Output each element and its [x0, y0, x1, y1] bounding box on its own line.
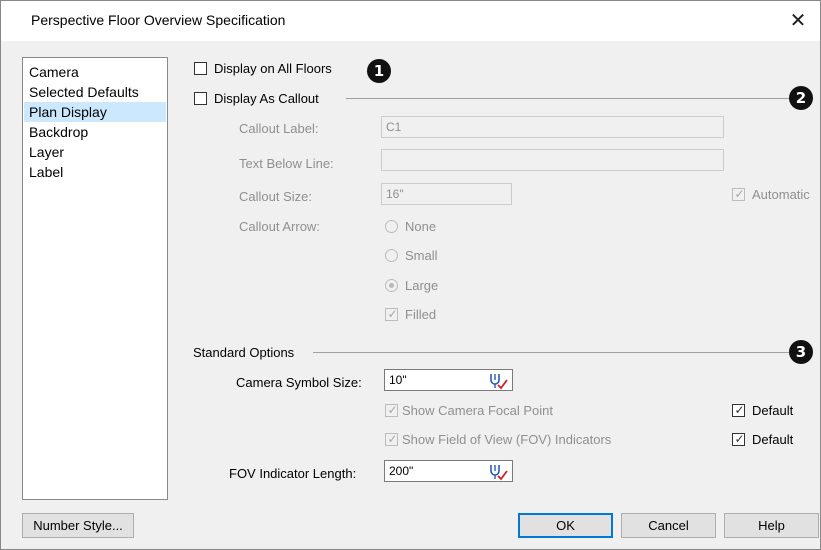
title-bar: Perspective Floor Overview Specification…	[1, 1, 820, 41]
automatic-checkbox[interactable]: ✓	[732, 187, 745, 201]
text-below-line-label: Text Below Line:	[239, 156, 334, 171]
cancel-button[interactable]: Cancel	[621, 513, 716, 538]
check-icon: ✓	[387, 432, 398, 446]
check-icon: ✓	[734, 432, 745, 446]
help-button[interactable]: Help	[724, 513, 819, 538]
camera-symbol-size-input[interactable]: 10"	[384, 369, 513, 391]
number-style-button[interactable]: Number Style...	[22, 513, 134, 538]
category-list[interactable]: Camera Selected Defaults Plan Display Ba…	[22, 57, 168, 500]
check-icon: ✓	[387, 403, 398, 417]
dimension-calculator-icon[interactable]	[488, 372, 508, 390]
close-icon[interactable]: ✕	[782, 5, 814, 37]
show-fov-label: Show Field of View (FOV) Indicators	[402, 432, 612, 447]
standard-options-heading: Standard Options	[193, 345, 295, 360]
check-icon: ✓	[387, 307, 398, 321]
fov-length-label: FOV Indicator Length:	[229, 466, 357, 481]
camera-symbol-size-label: Camera Symbol Size:	[236, 375, 362, 390]
callout-label-input[interactable]: C1	[381, 116, 724, 138]
display-as-callout-checkbox[interactable]	[194, 92, 207, 105]
check-icon: ✓	[734, 187, 745, 201]
arrow-none-label: None	[405, 219, 437, 234]
display-as-callout-label: Display As Callout	[214, 91, 319, 106]
show-fov-checkbox[interactable]: ✓	[385, 432, 398, 446]
callout-arrow-label: Callout Arrow:	[239, 219, 320, 234]
text-below-line-input[interactable]	[381, 149, 724, 171]
arrow-small-radio[interactable]	[385, 249, 398, 262]
window-title: Perspective Floor Overview Specification	[31, 12, 286, 28]
callout-label-label: Callout Label:	[239, 121, 319, 136]
sidebar-item-camera[interactable]: Camera	[24, 62, 166, 82]
fov-length-value: 200"	[389, 464, 414, 478]
arrow-none-radio[interactable]	[385, 220, 398, 233]
sidebar-item-plan-display[interactable]: Plan Display	[24, 102, 166, 122]
dialog-window: Perspective Floor Overview Specification…	[0, 0, 821, 550]
show-focal-point-label: Show Camera Focal Point	[402, 403, 554, 418]
fov-default-checkbox[interactable]: ✓	[732, 432, 745, 446]
callout-badge-2: 2	[789, 86, 813, 110]
callout-size-input[interactable]: 16"	[381, 183, 512, 205]
sidebar-item-layer[interactable]: Layer	[24, 142, 166, 162]
sidebar-item-selected-defaults[interactable]: Selected Defaults	[24, 82, 166, 102]
filled-checkbox[interactable]: ✓	[385, 307, 398, 321]
ok-button[interactable]: OK	[518, 513, 613, 538]
fov-length-input[interactable]: 200"	[384, 460, 513, 482]
dimension-calculator-icon[interactable]	[488, 463, 508, 481]
callout-size-label: Callout Size:	[239, 189, 312, 204]
camera-symbol-size-value: 10"	[389, 373, 407, 387]
arrow-small-label: Small	[405, 248, 438, 263]
focal-default-label: Default	[752, 403, 794, 418]
callout-badge-1: 1	[367, 59, 391, 83]
arrow-large-label: Large	[405, 278, 439, 293]
check-icon: ✓	[734, 403, 745, 417]
filled-label: Filled	[405, 307, 437, 322]
callout-badge-3: 3	[789, 340, 813, 364]
sidebar-item-label[interactable]: Label	[24, 162, 166, 182]
focal-default-checkbox[interactable]: ✓	[732, 403, 745, 417]
display-all-floors-checkbox[interactable]	[194, 62, 207, 75]
show-focal-point-checkbox[interactable]: ✓	[385, 403, 398, 417]
standard-options-divider	[313, 352, 789, 353]
automatic-label: Automatic	[752, 187, 810, 202]
callout-group-divider	[346, 98, 792, 99]
sidebar-item-backdrop[interactable]: Backdrop	[24, 122, 166, 142]
display-all-floors-label: Display on All Floors	[214, 61, 332, 76]
fov-default-label: Default	[752, 432, 794, 447]
arrow-large-radio[interactable]	[385, 279, 398, 292]
